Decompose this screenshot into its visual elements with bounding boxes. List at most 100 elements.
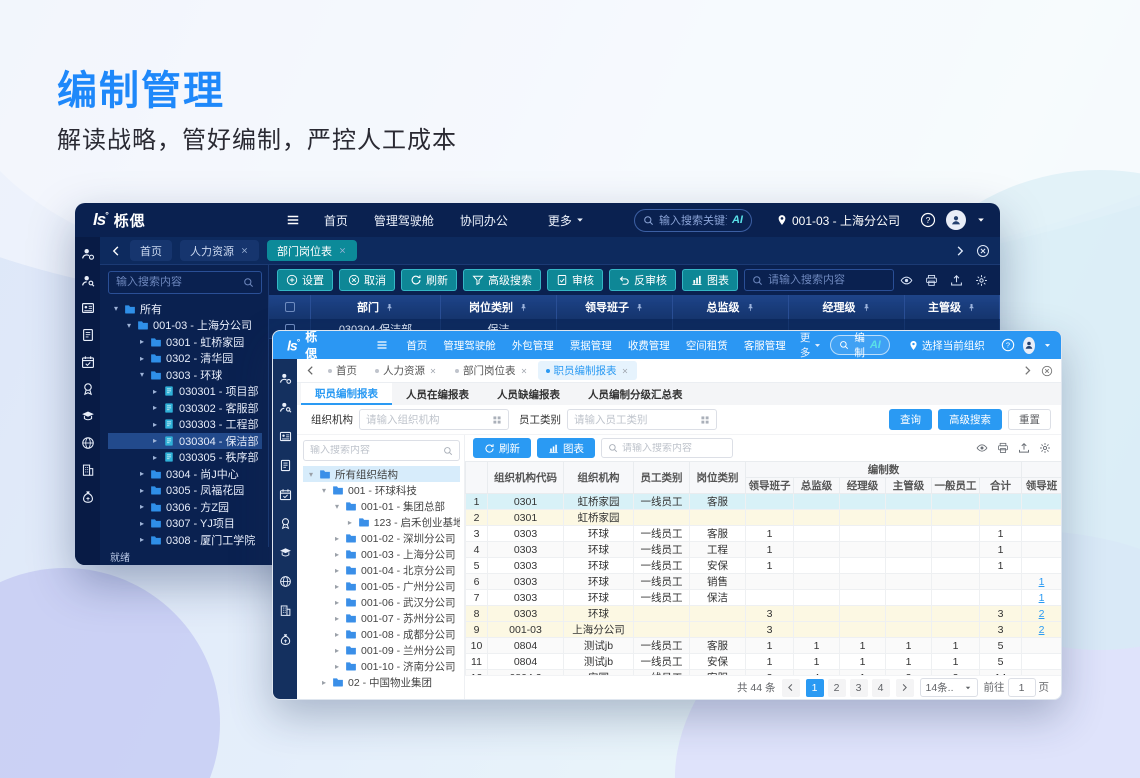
table-row[interactable]: 110804测试jb一线员工安保111115: [466, 654, 1062, 670]
tree-arrow-icon[interactable]: ▸: [138, 354, 146, 363]
eye-icon[interactable]: [976, 442, 988, 454]
tree-search-input[interactable]: [116, 276, 237, 288]
table-row[interactable]: 20301虹桥家园: [466, 510, 1062, 526]
medal-icon[interactable]: [279, 517, 292, 530]
calendar-icon[interactable]: [81, 355, 95, 369]
table-cell[interactable]: 1: [1022, 590, 1061, 606]
tree-arrow-icon[interactable]: ▸: [151, 436, 159, 445]
tree-arrow-icon[interactable]: ▸: [138, 502, 146, 511]
tree-item[interactable]: ▸030304 - 保洁部: [108, 433, 262, 450]
tree-item[interactable]: ▸001-04 - 北京分公司: [303, 562, 460, 578]
id-card-icon[interactable]: [81, 301, 95, 315]
审核-button[interactable]: 审核: [547, 269, 603, 291]
tabs-scroll-right-icon[interactable]: [954, 245, 966, 257]
tree-item[interactable]: ▸001-09 - 兰州分公司: [303, 642, 460, 658]
doc-icon[interactable]: [279, 459, 292, 472]
avatar[interactable]: [946, 210, 966, 230]
tree-item[interactable]: ▸001-03 - 上海分公司: [303, 546, 460, 562]
tree-arrow-icon[interactable]: ▸: [138, 535, 146, 544]
table-cell[interactable]: 2: [1022, 622, 1061, 638]
tree-arrow-icon[interactable]: ▸: [333, 646, 341, 655]
tree-arrow-icon[interactable]: ▸: [151, 403, 159, 412]
calendar-icon[interactable]: [279, 488, 292, 501]
tree-item[interactable]: ▸0306 - 方Z园: [108, 499, 262, 516]
nav-more-button[interactable]: 更多: [800, 330, 823, 360]
globe-icon[interactable]: [279, 575, 292, 588]
org-selector[interactable]: 001-03 - 上海分公司: [776, 212, 900, 229]
table-row[interactable]: 80303环球332: [466, 606, 1062, 622]
medal-icon[interactable]: [81, 382, 95, 396]
money-bag-icon[interactable]: [279, 633, 292, 646]
close-all-tabs-icon[interactable]: [976, 244, 990, 258]
图表-button[interactable]: 图表: [682, 269, 738, 291]
table-row[interactable]: 50303环球一线员工安保11: [466, 558, 1062, 574]
avatar[interactable]: [1023, 337, 1035, 354]
table-row[interactable]: 30303环球一线员工客服11: [466, 526, 1062, 542]
help-icon[interactable]: ?: [920, 212, 936, 228]
tabs-scroll-left-icon[interactable]: [110, 245, 122, 257]
tab-部门岗位表[interactable]: 部门岗位表: [447, 361, 536, 380]
tree-arrow-icon[interactable]: ▾: [333, 502, 341, 511]
tree-item[interactable]: ▸001-06 - 武汉分公司: [303, 594, 460, 610]
tree-item[interactable]: ▸030303 - 工程部: [108, 416, 262, 433]
tab-人力资源[interactable]: 人力资源: [367, 361, 445, 380]
select-all-checkbox[interactable]: [269, 295, 311, 319]
tree-item[interactable]: ▸001-08 - 成都分公司: [303, 626, 460, 642]
global-search-input[interactable]: 编制 AI: [830, 335, 890, 355]
tree-item[interactable]: ▸0302 - 清华园: [108, 350, 262, 367]
building-icon[interactable]: [81, 463, 95, 477]
page-button-3[interactable]: 3: [850, 679, 868, 697]
next-page-button[interactable]: [896, 679, 914, 697]
nav-more-button[interactable]: 更多: [548, 212, 585, 229]
user-search-icon[interactable]: [81, 274, 95, 288]
id-card-icon[interactable]: [279, 430, 292, 443]
tree-arrow-icon[interactable]: ▸: [138, 486, 146, 495]
tab-职员编制报表[interactable]: 职员编制报表: [538, 361, 637, 380]
nav-item[interactable]: 票据管理: [570, 338, 612, 353]
subtab-人员缺编报表[interactable]: 人员缺编报表: [483, 383, 574, 405]
tree-item[interactable]: ▸001-07 - 苏州分公司: [303, 610, 460, 626]
table-search-input[interactable]: [622, 443, 726, 454]
tree-arrow-icon[interactable]: ▸: [138, 469, 146, 478]
page-button-4[interactable]: 4: [872, 679, 890, 697]
filter-org-input[interactable]: [366, 414, 488, 426]
tree-search-input[interactable]: [310, 445, 439, 456]
tree-arrow-icon[interactable]: ▸: [333, 582, 341, 591]
tree-item[interactable]: ▸001-05 - 广州分公司: [303, 578, 460, 594]
tree-item[interactable]: ▸030302 - 客服部: [108, 400, 262, 417]
刷新-button[interactable]: 刷新: [473, 438, 531, 458]
user-search-icon[interactable]: [279, 401, 292, 414]
money-bag-icon[interactable]: [81, 490, 95, 504]
grad-cap-icon[interactable]: [81, 409, 95, 423]
取消-button[interactable]: 取消: [339, 269, 395, 291]
tree-item[interactable]: ▸0305 - 凤福花园: [108, 482, 262, 499]
table-cell[interactable]: 1: [1022, 574, 1061, 590]
tree-item[interactable]: ▾001-01 - 集团总部: [303, 498, 460, 514]
tree-item[interactable]: ▸0304 - 尚J中心: [108, 466, 262, 483]
page-button-1[interactable]: 1: [806, 679, 824, 697]
查询-button[interactable]: 查询: [889, 409, 932, 430]
tree-arrow-icon[interactable]: ▸: [333, 566, 341, 575]
tab-close-icon[interactable]: [429, 367, 437, 375]
grid-picker-icon[interactable]: [700, 415, 710, 425]
nav-item[interactable]: 外包管理: [512, 338, 554, 353]
设置-button[interactable]: 设置: [277, 269, 333, 291]
nav-item[interactable]: 空间租赁: [686, 338, 728, 353]
tree-item[interactable]: ▾0303 - 环球: [108, 367, 262, 384]
tree-arrow-icon[interactable]: ▸: [333, 598, 341, 607]
user-gear-icon[interactable]: [279, 372, 292, 385]
刷新-button[interactable]: 刷新: [401, 269, 457, 291]
nav-item[interactable]: 收费管理: [628, 338, 670, 353]
table-search-input[interactable]: [768, 274, 886, 286]
user-menu-caret-icon[interactable]: [1043, 341, 1052, 350]
gear-icon[interactable]: [975, 274, 988, 287]
tree-arrow-icon[interactable]: ▾: [138, 370, 146, 379]
gear-icon[interactable]: [1039, 442, 1051, 454]
tab-close-icon[interactable]: [520, 367, 528, 375]
tab-close-icon[interactable]: [338, 246, 347, 255]
goto-page-input[interactable]: [1008, 678, 1036, 697]
table-row[interactable]: 100804测试jb一线员工客服111115: [466, 638, 1062, 654]
tree-item[interactable]: ▸030301 - 项目部: [108, 383, 262, 400]
tabs-scroll-right-icon[interactable]: [1022, 365, 1033, 376]
tree-arrow-icon[interactable]: ▾: [112, 304, 120, 313]
